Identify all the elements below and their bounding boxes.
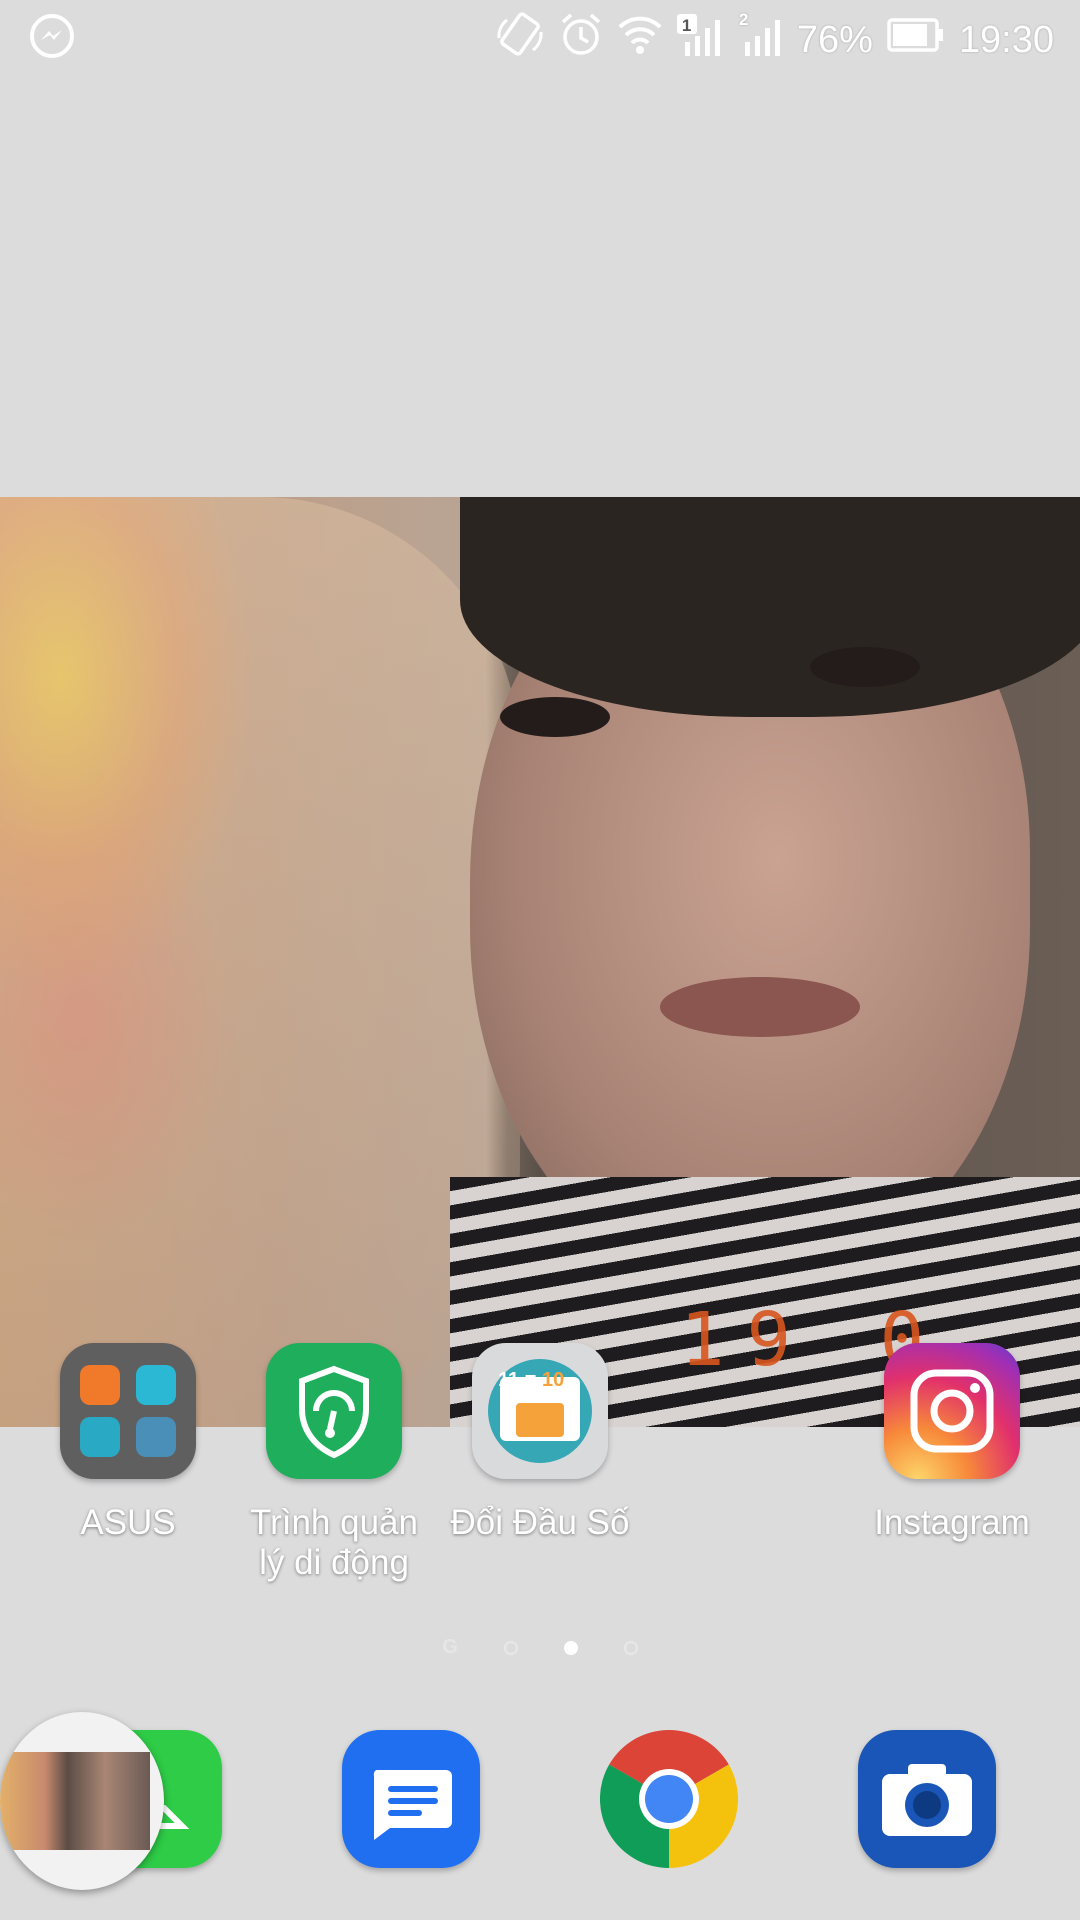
chrome-icon	[600, 1730, 738, 1868]
wallpaper-photo: 19 0	[0, 497, 1080, 1427]
page-dot-3[interactable]	[623, 1640, 638, 1655]
dock-chrome-button[interactable]	[600, 1730, 738, 1868]
dock-messages-button[interactable]	[342, 1730, 480, 1868]
mobile-manager-icon	[266, 1343, 402, 1479]
app-asus-folder[interactable]: ASUS	[28, 1343, 228, 1543]
battery-icon	[887, 18, 945, 62]
app-label: Instagram	[874, 1503, 1030, 1542]
asus-folder-icon	[60, 1343, 196, 1479]
sim1-signal-icon: 1	[676, 12, 723, 68]
sim2-badge: 2	[738, 10, 749, 29]
clock: 19:30	[958, 18, 1054, 61]
chat-head-thumbnail	[0, 1752, 150, 1850]
dock-camera-button[interactable]	[858, 1730, 996, 1868]
app-instagram[interactable]: Instagram	[852, 1343, 1052, 1543]
wifi-icon	[617, 14, 663, 66]
app-label: Trình quản lý di động	[250, 1503, 418, 1582]
app-sim-convert[interactable]: 11 = 10 Đổi Đầu Số	[440, 1343, 640, 1543]
sim-badge-eq: =	[524, 1369, 537, 1391]
status-bar: 1 2 76% 19:30	[0, 0, 1080, 72]
sim1-badge: 1	[681, 16, 692, 35]
wallpaper-hair	[460, 497, 1080, 717]
app-label: ASUS	[80, 1503, 176, 1542]
sim-badge-old: 11	[498, 1369, 520, 1391]
battery-percent: 76%	[796, 18, 873, 61]
app-mobile-manager[interactable]: Trình quản lý di động	[234, 1343, 434, 1583]
page-dot-2[interactable]	[563, 1640, 578, 1655]
messenger-icon	[28, 12, 76, 65]
sim-badge-new: 10	[541, 1369, 565, 1391]
wallpaper-eye-right	[810, 647, 920, 687]
wallpaper-pillow	[0, 497, 520, 1427]
wallpaper-lips	[660, 977, 860, 1037]
google-page-indicator[interactable]: G	[442, 1636, 458, 1659]
auto-rotate-icon	[495, 12, 545, 68]
page-dot-1[interactable]	[503, 1640, 518, 1655]
instagram-icon	[884, 1343, 1020, 1479]
floating-chat-head[interactable]	[0, 1712, 164, 1890]
camera-icon	[882, 1764, 972, 1836]
sim2-signal-icon: 2	[737, 10, 783, 68]
wallpaper-eye-left	[500, 697, 610, 737]
sim-convert-icon: 11 = 10	[472, 1343, 608, 1479]
page-indicator: G	[0, 1636, 1080, 1659]
alarm-icon	[559, 12, 603, 68]
app-label: Đổi Đầu Số	[450, 1503, 630, 1542]
messages-icon	[373, 1770, 452, 1840]
